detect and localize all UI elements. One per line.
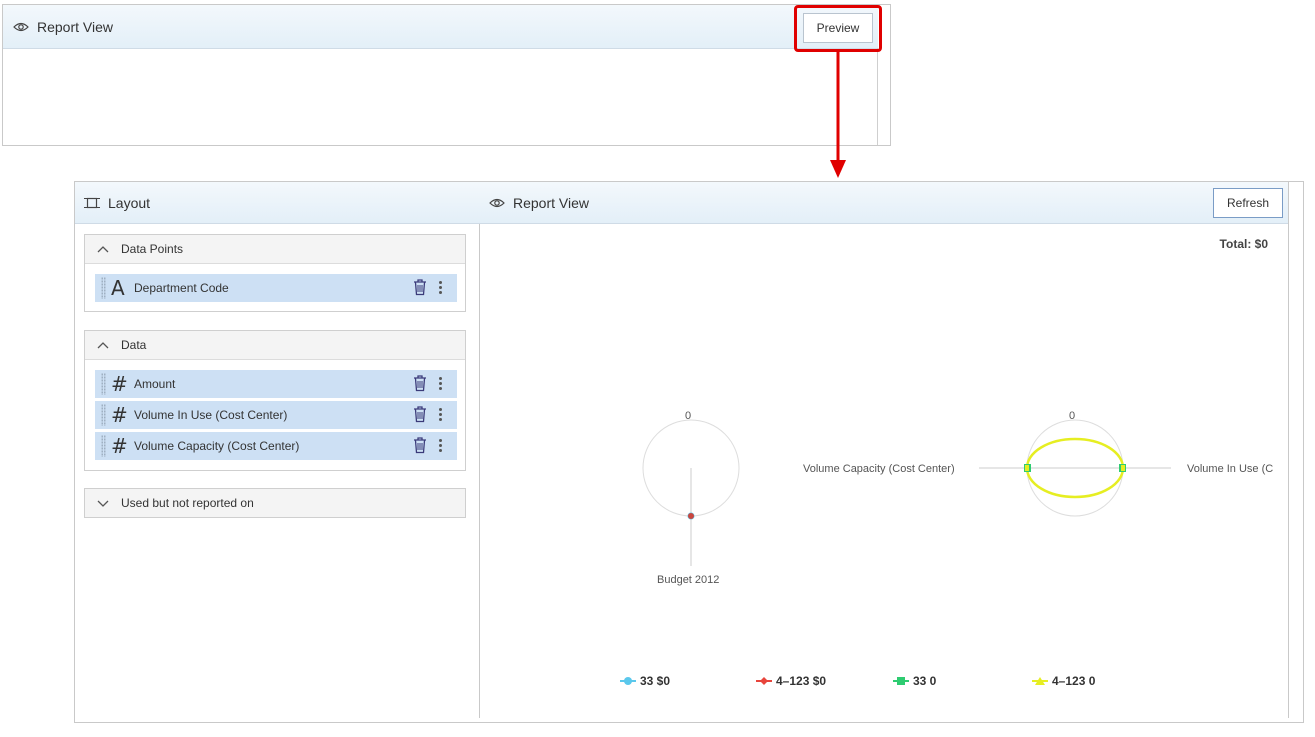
radar-charts: 0 Budget 2012 0 Volume Capacity (Cost Ce… bbox=[642, 410, 1273, 586]
number-type-icon: # bbox=[111, 434, 128, 458]
drag-handle-icon[interactable] bbox=[101, 277, 106, 299]
text-type-icon: A bbox=[111, 276, 125, 300]
drag-handle-icon[interactable] bbox=[101, 404, 106, 426]
more-vertical-icon[interactable] bbox=[439, 439, 443, 454]
axis-label-volume-in-use: Volume In Use (C bbox=[1187, 463, 1273, 475]
field-row-department-code[interactable]: A Department Code bbox=[95, 274, 457, 302]
section-header-data[interactable]: Data bbox=[85, 331, 465, 360]
data-point-series-4-123-left[interactable] bbox=[1025, 465, 1029, 471]
field-label: Volume Capacity (Cost Center) bbox=[134, 439, 300, 453]
tick-label: 0 bbox=[685, 410, 691, 422]
arrow-down-icon bbox=[830, 52, 846, 178]
legend-marker-diamond bbox=[756, 677, 772, 685]
trash-icon[interactable] bbox=[413, 279, 427, 296]
field-row-amount[interactable]: # Amount bbox=[95, 370, 457, 398]
legend-marker-square bbox=[893, 677, 909, 685]
field-label: Volume In Use (Cost Center) bbox=[134, 408, 288, 422]
preview-panel-scrollbar[interactable] bbox=[877, 48, 878, 145]
drag-handle-icon[interactable] bbox=[101, 373, 106, 395]
legend-label: 33 $0 bbox=[640, 674, 671, 688]
preview-panel-title: Report View bbox=[37, 19, 114, 35]
trash-icon[interactable] bbox=[413, 437, 427, 454]
radar-chart-budget: 0 Budget 2012 bbox=[642, 410, 740, 586]
report-pane-title: Report View bbox=[513, 195, 590, 211]
section-used-not-reported: Used but not reported on bbox=[84, 488, 466, 518]
section-header-data-points[interactable]: Data Points bbox=[85, 235, 465, 264]
report-view-pane: Report View Refresh Total: $0 0 Budget 2… bbox=[479, 182, 1289, 718]
number-type-icon: # bbox=[111, 372, 128, 396]
number-type-icon: # bbox=[111, 403, 128, 427]
legend-marker-circle bbox=[620, 677, 636, 685]
field-row-volume-capacity[interactable]: # Volume Capacity (Cost Center) bbox=[95, 432, 457, 460]
layout-pane: Layout Data Points A Department Code Dat… bbox=[75, 182, 480, 718]
field-label: Department Code bbox=[134, 281, 229, 295]
trash-icon[interactable] bbox=[413, 375, 427, 392]
legend-item[interactable]: 4–123 $0 bbox=[756, 674, 826, 688]
legend-label: 33 0 bbox=[913, 674, 937, 688]
preview-panel-header: Report View bbox=[3, 5, 878, 49]
legend-marker-triangle bbox=[1032, 677, 1048, 685]
more-vertical-icon[interactable] bbox=[439, 377, 443, 392]
data-point-series-4-123[interactable] bbox=[688, 513, 694, 519]
layout-pane-header: Layout bbox=[75, 182, 479, 224]
axis-label-volume-capacity: Volume Capacity (Cost Center) bbox=[803, 463, 955, 475]
section-data: Data # Amount # Volume In Use (Cost Cent… bbox=[84, 330, 466, 471]
section-data-points: Data Points A Department Code bbox=[84, 234, 466, 312]
more-vertical-icon[interactable] bbox=[439, 281, 443, 296]
drag-handle-icon[interactable] bbox=[101, 435, 106, 457]
eye-icon bbox=[13, 22, 29, 32]
legend-label: 4–123 $0 bbox=[776, 674, 827, 688]
preview-button-highlight bbox=[794, 5, 882, 52]
section-header-used-not-reported[interactable]: Used but not reported on bbox=[85, 489, 465, 517]
report-designer-window: Layout Data Points A Department Code Dat… bbox=[74, 181, 1304, 723]
more-vertical-icon[interactable] bbox=[439, 408, 443, 423]
report-pane-header: Report View Refresh bbox=[479, 182, 1288, 224]
field-row-volume-in-use[interactable]: # Volume In Use (Cost Center) bbox=[95, 401, 457, 429]
preview-report-panel: Report View Preview bbox=[2, 4, 891, 146]
refresh-button[interactable]: Refresh bbox=[1213, 188, 1283, 218]
field-label: Amount bbox=[134, 377, 176, 391]
chevron-up-icon bbox=[97, 342, 109, 349]
chevron-up-icon bbox=[97, 246, 109, 253]
tick-label: 0 bbox=[1069, 410, 1075, 422]
axis-label-budget: Budget 2012 bbox=[657, 574, 719, 586]
radar-chart-volume: 0 Volume Capacity (Cost Center) Volume I… bbox=[803, 410, 1273, 517]
eye-icon bbox=[489, 198, 505, 208]
legend-label: 4–123 0 bbox=[1052, 674, 1096, 688]
legend-item[interactable]: 33 $0 bbox=[620, 674, 670, 688]
legend-item[interactable]: 4–123 0 bbox=[1032, 674, 1095, 688]
layout-pane-title: Layout bbox=[108, 195, 151, 211]
section-title: Data bbox=[121, 338, 147, 352]
data-point-series-4-123-right[interactable] bbox=[1121, 465, 1125, 471]
trash-icon[interactable] bbox=[413, 406, 427, 423]
legend-item[interactable]: 33 0 bbox=[893, 674, 936, 688]
chevron-down-icon bbox=[97, 500, 109, 507]
layout-icon bbox=[84, 197, 100, 209]
section-title: Used but not reported on bbox=[121, 496, 254, 510]
section-title: Data Points bbox=[121, 242, 184, 256]
